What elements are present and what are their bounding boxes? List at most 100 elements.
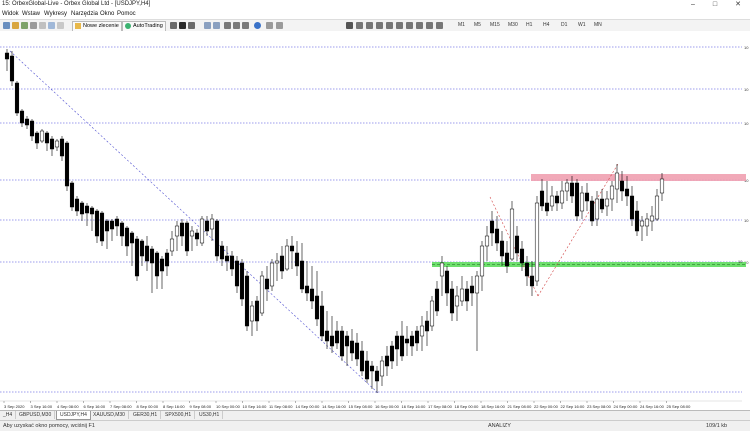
navigator-icon[interactable]: [39, 22, 46, 29]
periods-icon[interactable]: [266, 22, 273, 29]
tab-h4[interactable]: _H4: [0, 411, 17, 419]
level-price-label: 10: [744, 45, 749, 50]
bearish-candle: [9, 55, 15, 82]
fibonacci-icon[interactable]: [406, 22, 413, 29]
autoscroll-icon[interactable]: [233, 22, 240, 29]
cursor-icon[interactable]: [346, 22, 353, 29]
crosshair-icon[interactable]: [356, 22, 363, 29]
time-axis-label: 7 Sep 08:00: [110, 404, 132, 409]
timeframe-h1[interactable]: H1: [526, 21, 532, 30]
bearish-candle: [159, 258, 165, 272]
arrows-icon[interactable]: [436, 22, 443, 29]
bearish-candle: [329, 335, 335, 347]
channel-icon[interactable]: [396, 22, 403, 29]
bearish-candle: [24, 118, 30, 126]
text-icon[interactable]: [416, 22, 423, 29]
bearish-candle: [79, 202, 85, 215]
bearish-candle: [219, 245, 225, 260]
bearish-candle: [204, 220, 210, 232]
bearish-candle: [309, 288, 315, 302]
bearish-candle: [194, 232, 200, 240]
bearish-candle: [94, 210, 100, 237]
timeframe-h4[interactable]: H4: [543, 21, 549, 30]
open-icon[interactable]: [12, 22, 19, 29]
trendline-icon[interactable]: [386, 22, 393, 29]
line-chart-icon[interactable]: [188, 22, 195, 29]
bearish-candle: [164, 252, 170, 267]
new-chart-icon[interactable]: [3, 22, 10, 29]
tab-gbpusd[interactable]: GBPUSD,M30: [16, 411, 56, 419]
tab-us30[interactable]: US30,H1: [196, 411, 224, 419]
bearish-candle: [334, 330, 340, 344]
bearish-candle: [629, 195, 635, 220]
timeframe-m15[interactable]: M15: [490, 21, 500, 30]
timeframe-d1[interactable]: D1: [561, 21, 567, 30]
templates-icon[interactable]: [276, 22, 283, 29]
bar-chart-icon[interactable]: [170, 22, 177, 29]
tab-usdjpy[interactable]: USDJPY,H4: [56, 411, 91, 420]
timeframe-w1[interactable]: W1: [578, 21, 586, 30]
bullish-candle: [614, 172, 620, 190]
autotrading-icon: [125, 23, 131, 29]
bullish-candle: [474, 275, 480, 294]
minimize-button[interactable]: –: [683, 0, 703, 9]
bullish-candle: [259, 275, 265, 314]
bearish-candle: [114, 218, 120, 227]
maximize-button[interactable]: □: [705, 0, 725, 9]
bearish-candle: [99, 212, 105, 242]
tester-icon[interactable]: [57, 22, 64, 29]
candle-chart-icon[interactable]: [179, 22, 186, 29]
bearish-candle: [619, 180, 625, 192]
time-axis-label: 14 Sep 16:00: [322, 404, 347, 409]
market-watch-icon[interactable]: [30, 22, 37, 29]
indicators-icon[interactable]: [254, 22, 261, 29]
vertical-line-icon[interactable]: [366, 22, 373, 29]
tab-xauusd[interactable]: XAUUSD,M30: [90, 411, 129, 419]
bearish-candle: [289, 245, 295, 252]
bearish-candle: [519, 248, 525, 264]
bullish-candle: [169, 238, 175, 252]
bearish-candle: [624, 188, 630, 197]
bearish-candle: [494, 228, 500, 244]
horizontal-line-icon[interactable]: [376, 22, 383, 29]
bearish-candle: [34, 132, 40, 144]
zone-price-label: 10: [738, 259, 743, 264]
price-chart[interactable]: 101010101010 10 3 Sep 2020 3 Sep 16:00 4 S…: [0, 31, 750, 409]
terminal-icon[interactable]: [48, 22, 55, 29]
menu-item-okno[interactable]: Okno: [100, 9, 114, 19]
bearish-candle: [59, 138, 65, 157]
zoom-in-icon[interactable]: [204, 22, 211, 29]
bearish-candle: [29, 120, 35, 137]
time-axis-label: 17 Sep 08:00: [428, 404, 453, 409]
menu-item-widok[interactable]: Widok: [2, 9, 19, 19]
profiles-icon[interactable]: [21, 22, 28, 29]
bearish-candle: [4, 52, 10, 60]
timeframe-m30[interactable]: M30: [508, 21, 518, 30]
time-axis-label: 9 Sep 08:00: [190, 404, 212, 409]
menu-item-wykresy[interactable]: Wykresy: [44, 9, 67, 19]
zoom-out-icon[interactable]: [213, 22, 220, 29]
timeframe-m1[interactable]: M1: [458, 21, 465, 30]
bearish-candle: [69, 182, 75, 208]
timeframe-m5[interactable]: M5: [474, 21, 481, 30]
tile-icon[interactable]: [224, 22, 231, 29]
menu-item-narzedzia[interactable]: Narzędzia: [71, 9, 98, 19]
close-button[interactable]: ✕: [728, 0, 748, 9]
timeframe-mn[interactable]: MN: [594, 21, 602, 30]
bearish-candle: [129, 232, 135, 244]
new-order-icon: [75, 23, 81, 29]
menu-item-wstaw[interactable]: Wstaw: [22, 9, 40, 19]
menu-item-pomoc[interactable]: Pomoc: [117, 9, 136, 19]
tab-ger30[interactable]: GER30,H1: [130, 411, 162, 419]
chart-shift-icon[interactable]: [242, 22, 249, 29]
bearish-candle: [344, 335, 350, 347]
bullish-candle: [559, 190, 565, 204]
bearish-candle: [149, 248, 155, 264]
label-icon[interactable]: [426, 22, 433, 29]
bullish-candle: [54, 140, 60, 148]
bearish-candle: [504, 252, 510, 267]
bullish-candle: [654, 195, 660, 220]
tab-spx500[interactable]: SPX500,H1: [162, 411, 196, 419]
chart-window[interactable]: 10 10 10 10 10 10 10 3 Sep 2020 3 Sep 16:00 4 S…: [0, 31, 750, 409]
menu-bar: Widok Wstaw Wykresy Narzędzia Okno Pomoc: [0, 9, 750, 19]
